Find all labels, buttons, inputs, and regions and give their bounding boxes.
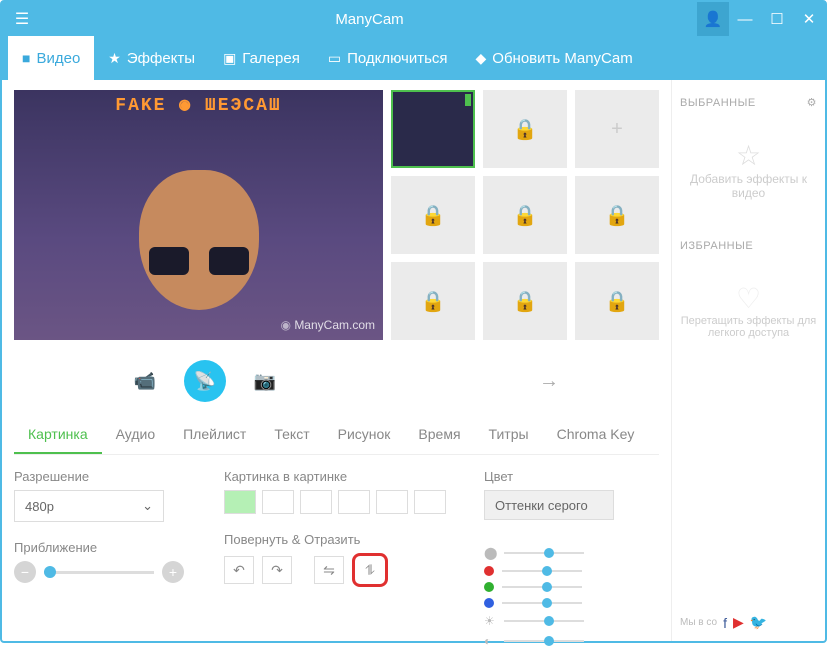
drag-effects-text: Перетащить эффекты для легкого доступа [680, 315, 817, 339]
preset-thumbnails: 🔒 + 🔒 🔒 🔒 🔒 🔒 🔒 [391, 90, 659, 340]
blue-slider[interactable] [502, 602, 582, 604]
star-icon: ★ [108, 50, 121, 67]
flip-horizontal-button[interactable]: ⇋ [314, 556, 344, 584]
heart-outline-icon[interactable]: ♡ [680, 282, 817, 315]
subtab-chroma[interactable]: Chroma Key [543, 416, 649, 454]
youtube-icon[interactable]: ▶ [733, 614, 744, 631]
preset-thumb-4[interactable]: 🔒 [391, 176, 475, 254]
flip-vertical-button[interactable]: ⥮ [352, 553, 388, 587]
settings-icon[interactable]: ⚙ [807, 96, 817, 109]
rotate-left-button[interactable]: ↶ [224, 556, 254, 584]
preset-thumb-1[interactable] [391, 90, 475, 168]
user-icon[interactable]: 👤 [697, 2, 729, 36]
zoom-in-button[interactable]: + [162, 561, 184, 583]
chevron-down-icon: ⌄ [142, 498, 153, 514]
red-dot-icon [484, 566, 494, 576]
nav-tab-video[interactable]: ■Видео [8, 36, 94, 80]
maximize-button[interactable]: ☐ [761, 2, 793, 36]
subtab-time[interactable]: Время [404, 416, 474, 454]
add-effects-text: Добавить эффекты к видео [680, 172, 817, 200]
subtab-titles[interactable]: Титры [475, 416, 543, 454]
preset-thumb-8[interactable]: 🔒 [483, 262, 567, 340]
snapshot-mode-button[interactable]: 📷 [244, 360, 286, 402]
window-controls: 👤 — ☐ ✕ [697, 2, 825, 36]
brightness-icon: ☀ [484, 614, 496, 628]
rgb-slider[interactable] [504, 552, 584, 554]
selected-heading: ВЫБРАННЫЕ [680, 97, 756, 109]
pip-layout-5[interactable] [376, 490, 408, 514]
app-title: ManyCam [42, 11, 697, 28]
brightness-slider[interactable] [504, 620, 584, 622]
update-icon: ◆ [476, 50, 487, 67]
video-icon: ■ [22, 50, 30, 66]
video-preview[interactable]: FAKE ◉ ШЕЭСАШ ◉ ManyCam.com ON AIR [14, 90, 383, 340]
zoom-slider[interactable] [44, 571, 154, 574]
pip-label: Картинка в картинке [224, 469, 454, 484]
resolution-select[interactable]: 480p ⌄ [14, 490, 164, 522]
red-slider[interactable] [502, 570, 582, 572]
facebook-icon[interactable]: f [723, 615, 727, 631]
rgb-icon: ⬤ [484, 546, 496, 560]
resolution-label: Разрешение [14, 469, 194, 484]
subtab-text[interactable]: Текст [260, 416, 323, 454]
social-label: Мы в со [680, 617, 717, 628]
hamburger-menu-icon[interactable]: ☰ [2, 9, 42, 29]
green-slider[interactable] [502, 586, 582, 588]
blue-dot-icon [484, 598, 494, 608]
subtab-drawing[interactable]: Рисунок [324, 416, 405, 454]
gallery-icon: ▣ [223, 50, 236, 67]
preset-thumb-7[interactable]: 🔒 [391, 262, 475, 340]
rotate-right-button[interactable]: ↷ [262, 556, 292, 584]
favorites-heading: ИЗБРАННЫЕ [680, 240, 753, 252]
watermark-text: ◉ ManyCam.com [280, 318, 375, 332]
fake-webcam-logo: FAKE ◉ ШЕЭСАШ [115, 94, 281, 116]
subtabs: Картинка Аудио Плейлист Текст Рисунок Вр… [14, 416, 659, 455]
color-label: Цвет [484, 469, 654, 484]
navbar: ■Видео ★Эффекты ▣Галерея ▭Подключиться ◆… [2, 36, 825, 80]
preset-thumb-5[interactable]: 🔒 [483, 176, 567, 254]
pip-layout-1[interactable] [224, 490, 256, 514]
arrow-right-icon[interactable]: → [539, 370, 559, 393]
contrast-icon: ◐ [484, 634, 496, 648]
zoom-label: Приближение [14, 540, 194, 555]
rotate-label: Повернуть & Отразить [224, 532, 454, 547]
connect-icon: ▭ [328, 50, 341, 67]
nav-tab-gallery[interactable]: ▣Галерея [209, 36, 314, 80]
contrast-slider[interactable] [504, 640, 584, 642]
subtab-picture[interactable]: Картинка [14, 416, 102, 454]
zoom-out-button[interactable]: − [14, 561, 36, 583]
minimize-button[interactable]: — [729, 2, 761, 36]
nav-tab-update[interactable]: ◆Обновить ManyCam [462, 36, 647, 80]
nav-tab-connect[interactable]: ▭Подключиться [314, 36, 462, 80]
broadcast-mode-button[interactable]: 📡 [184, 360, 226, 402]
nav-tab-effects[interactable]: ★Эффекты [94, 36, 209, 80]
pip-layout-3[interactable] [300, 490, 332, 514]
close-button[interactable]: ✕ [793, 2, 825, 36]
pip-layout-4[interactable] [338, 490, 370, 514]
star-outline-icon[interactable]: ☆ [680, 139, 817, 172]
preset-thumb-6[interactable]: 🔒 [575, 176, 659, 254]
twitter-icon[interactable]: 🐦 [750, 614, 767, 631]
preset-thumb-9[interactable]: 🔒 [575, 262, 659, 340]
pip-layout-2[interactable] [262, 490, 294, 514]
green-dot-icon [484, 582, 494, 592]
subtab-playlist[interactable]: Плейлист [169, 416, 260, 454]
preset-thumb-2[interactable]: 🔒 [483, 90, 567, 168]
pip-layout-6[interactable] [414, 490, 446, 514]
preset-thumb-add[interactable]: + [575, 90, 659, 168]
titlebar: ☰ ManyCam 👤 — ☐ ✕ [2, 2, 825, 36]
color-mode-select[interactable]: Оттенки серого [484, 490, 614, 520]
subtab-audio[interactable]: Аудио [102, 416, 170, 454]
camera-mode-button[interactable]: 📹 [124, 360, 166, 402]
